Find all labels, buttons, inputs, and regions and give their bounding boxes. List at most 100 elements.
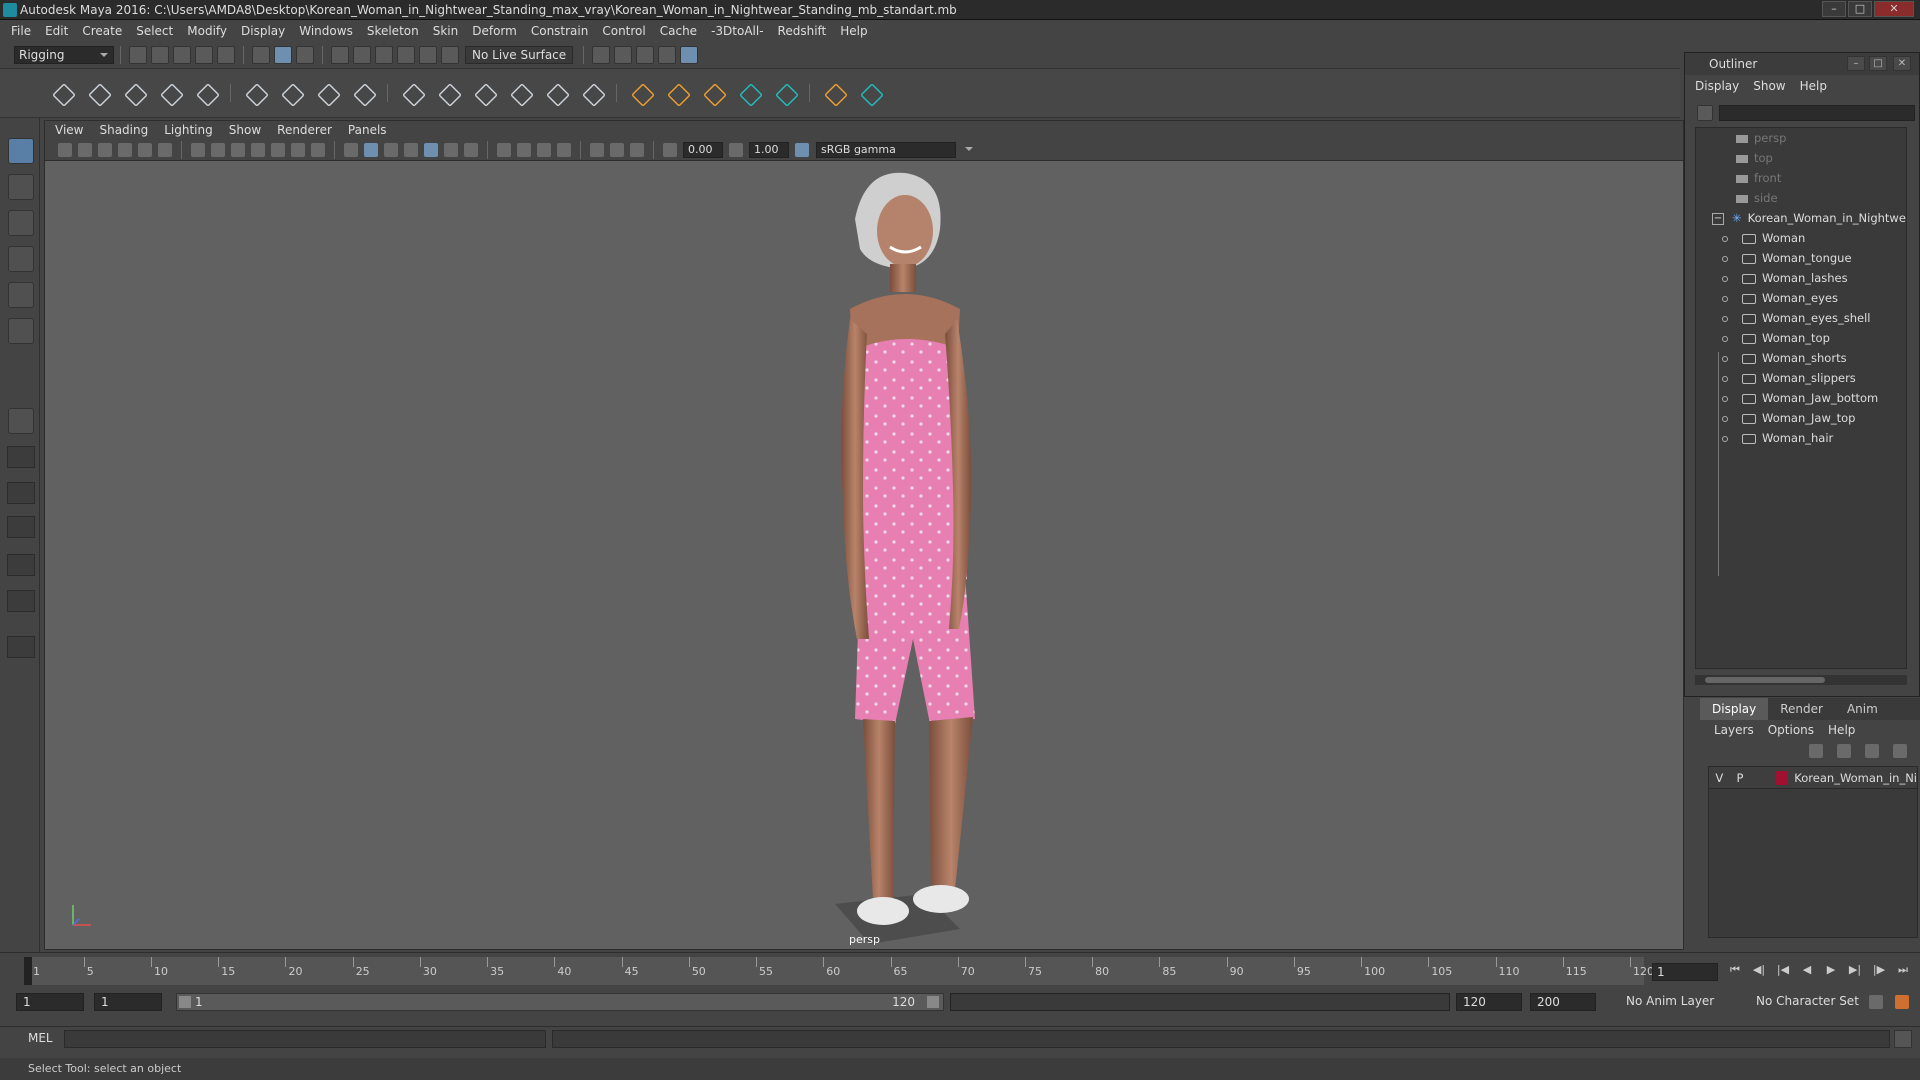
- outliner-item[interactable]: side: [1736, 188, 1778, 208]
- new-scene-icon[interactable]: [129, 46, 147, 64]
- minimize-button[interactable]: –: [1822, 1, 1846, 17]
- blend-shape-icon[interactable]: [349, 79, 377, 107]
- grid-icon[interactable]: [191, 142, 205, 157]
- image-plane-icon[interactable]: [118, 142, 132, 157]
- mirror-joint-icon[interactable]: [156, 79, 184, 107]
- ipr-render-icon[interactable]: [636, 46, 655, 64]
- menu-help[interactable]: Help: [840, 24, 867, 38]
- wrap-icon[interactable]: [313, 79, 341, 107]
- outliner-item[interactable]: Woman_tongue: [1722, 248, 1852, 268]
- range-start-handle[interactable]: [179, 996, 191, 1008]
- safe-title-icon[interactable]: [311, 142, 325, 157]
- custom-layout-icon[interactable]: [7, 636, 35, 658]
- orient-constraint-icon[interactable]: [735, 79, 763, 107]
- layer-menu-layers[interactable]: Layers: [1714, 723, 1754, 737]
- step-back-frame-icon[interactable]: ◀|: [1752, 963, 1766, 977]
- detach-skin-icon[interactable]: [434, 79, 462, 107]
- outliner-item[interactable]: Woman_Jaw_bottom: [1722, 388, 1878, 408]
- tab-display[interactable]: Display: [1700, 698, 1769, 720]
- safe-action-icon[interactable]: [291, 142, 305, 157]
- scale-tool-icon[interactable]: [8, 318, 34, 344]
- textured-icon[interactable]: [404, 142, 418, 157]
- create-joints-icon[interactable]: [48, 79, 76, 107]
- layer-playback-toggle[interactable]: P: [1730, 767, 1751, 789]
- isolate-select-icon[interactable]: [557, 142, 571, 157]
- outliner-item[interactable]: front: [1736, 168, 1781, 188]
- four-view-layout-icon[interactable]: [7, 446, 35, 468]
- persp-hypershade-layout-icon[interactable]: [7, 554, 35, 576]
- persp-graph-layout-icon[interactable]: [7, 516, 35, 538]
- snap-live-icon[interactable]: [419, 46, 437, 64]
- outliner-search-input[interactable]: [1719, 105, 1915, 121]
- command-input[interactable]: [64, 1030, 546, 1048]
- mirror-weights-icon[interactable]: [506, 79, 534, 107]
- render-settings-icon[interactable]: [658, 46, 677, 64]
- animation-end-field[interactable]: 200: [1530, 993, 1596, 1011]
- menu-modify[interactable]: Modify: [187, 24, 227, 38]
- outliner-minimize-button[interactable]: –: [1847, 56, 1865, 71]
- current-time-marker[interactable]: [24, 957, 32, 985]
- xray-icon[interactable]: [590, 142, 604, 157]
- script-editor-icon[interactable]: [1894, 1030, 1912, 1048]
- outliner-persp-layout-icon[interactable]: [7, 590, 35, 612]
- outliner-maximize-button[interactable]: □: [1869, 56, 1887, 71]
- outliner-item[interactable]: − ✳ Korean_Woman_in_Nightwe: [1712, 208, 1906, 228]
- close-button[interactable]: ✕: [1874, 1, 1914, 17]
- step-forward-key-icon[interactable]: ▶|: [1848, 963, 1862, 977]
- layer-menu-options[interactable]: Options: [1768, 723, 1814, 737]
- redo-icon[interactable]: [217, 46, 235, 64]
- move-tool-icon[interactable]: [8, 246, 34, 272]
- menu-3dtoall[interactable]: -3DtoAll-: [711, 24, 763, 38]
- menu-redshift[interactable]: Redshift: [778, 24, 827, 38]
- wireframe-icon[interactable]: [344, 142, 358, 157]
- default-lighting-icon[interactable]: [384, 142, 398, 157]
- anim-layer-dropdown[interactable]: No Anim Layer: [1620, 993, 1738, 1011]
- vp-menu-show[interactable]: Show: [229, 123, 261, 137]
- exposure-field[interactable]: 0.00: [683, 141, 723, 158]
- scrollbar-thumb[interactable]: [1705, 677, 1825, 683]
- menu-create[interactable]: Create: [82, 24, 122, 38]
- outliner-item[interactable]: Woman_hair: [1722, 428, 1833, 448]
- depth-of-field-icon[interactable]: [537, 142, 551, 157]
- lattice-icon[interactable]: [241, 79, 269, 107]
- render-view-icon[interactable]: [592, 46, 611, 64]
- menu-file[interactable]: File: [11, 24, 31, 38]
- two-d-pan-zoom-icon[interactable]: [158, 142, 172, 157]
- vp-menu-shading[interactable]: Shading: [99, 123, 148, 137]
- lasso-tool-icon[interactable]: [8, 174, 34, 200]
- menu-deform[interactable]: Deform: [472, 24, 517, 38]
- snap-center-icon[interactable]: [441, 46, 459, 64]
- open-scene-icon[interactable]: [151, 46, 169, 64]
- color-management-icon[interactable]: [795, 142, 809, 157]
- go-to-end-icon[interactable]: ⏭: [1896, 963, 1910, 977]
- render-frame-icon[interactable]: [614, 46, 633, 64]
- outliner-item[interactable]: Woman_slippers: [1722, 368, 1856, 388]
- remove-influence-icon[interactable]: [578, 79, 606, 107]
- single-perspective-layout-icon[interactable]: [8, 408, 34, 434]
- ik-handle-icon[interactable]: [84, 79, 112, 107]
- menu-skin[interactable]: Skin: [433, 24, 459, 38]
- outliner-menu-help[interactable]: Help: [1800, 79, 1827, 93]
- step-back-key-icon[interactable]: |◀: [1776, 963, 1790, 977]
- connection-editor-icon[interactable]: [856, 79, 884, 107]
- film-gate-icon[interactable]: [211, 142, 225, 157]
- outliner-item[interactable]: Woman_lashes: [1722, 268, 1848, 288]
- time-slider-track[interactable]: 1 5 10 15 20 25 30 35 40 45 50 55 60 65 70 75 80 85 90 95 10…: [24, 957, 1654, 985]
- playback-start-field[interactable]: 1: [94, 993, 162, 1011]
- playback-end-field[interactable]: 120: [1456, 993, 1522, 1011]
- screen-space-ao-icon[interactable]: [464, 142, 478, 157]
- point-constraint-icon[interactable]: [663, 79, 691, 107]
- menu-windows[interactable]: Windows: [299, 24, 353, 38]
- animation-preferences-icon[interactable]: [1895, 995, 1909, 1009]
- locator-icon[interactable]: [627, 79, 655, 107]
- vp-menu-view[interactable]: View: [55, 123, 83, 137]
- character-set-dropdown[interactable]: No Character Set: [1750, 993, 1868, 1011]
- tab-render[interactable]: Render: [1768, 698, 1835, 720]
- xray-joints-icon[interactable]: [610, 142, 624, 157]
- outliner-item[interactable]: Woman_eyes: [1722, 288, 1838, 308]
- paint-select-tool-icon[interactable]: [8, 210, 34, 236]
- save-scene-icon[interactable]: [173, 46, 191, 64]
- range-end-handle[interactable]: [927, 996, 939, 1008]
- rotate-tool-icon[interactable]: [8, 282, 34, 308]
- ik-spline-icon[interactable]: [120, 79, 148, 107]
